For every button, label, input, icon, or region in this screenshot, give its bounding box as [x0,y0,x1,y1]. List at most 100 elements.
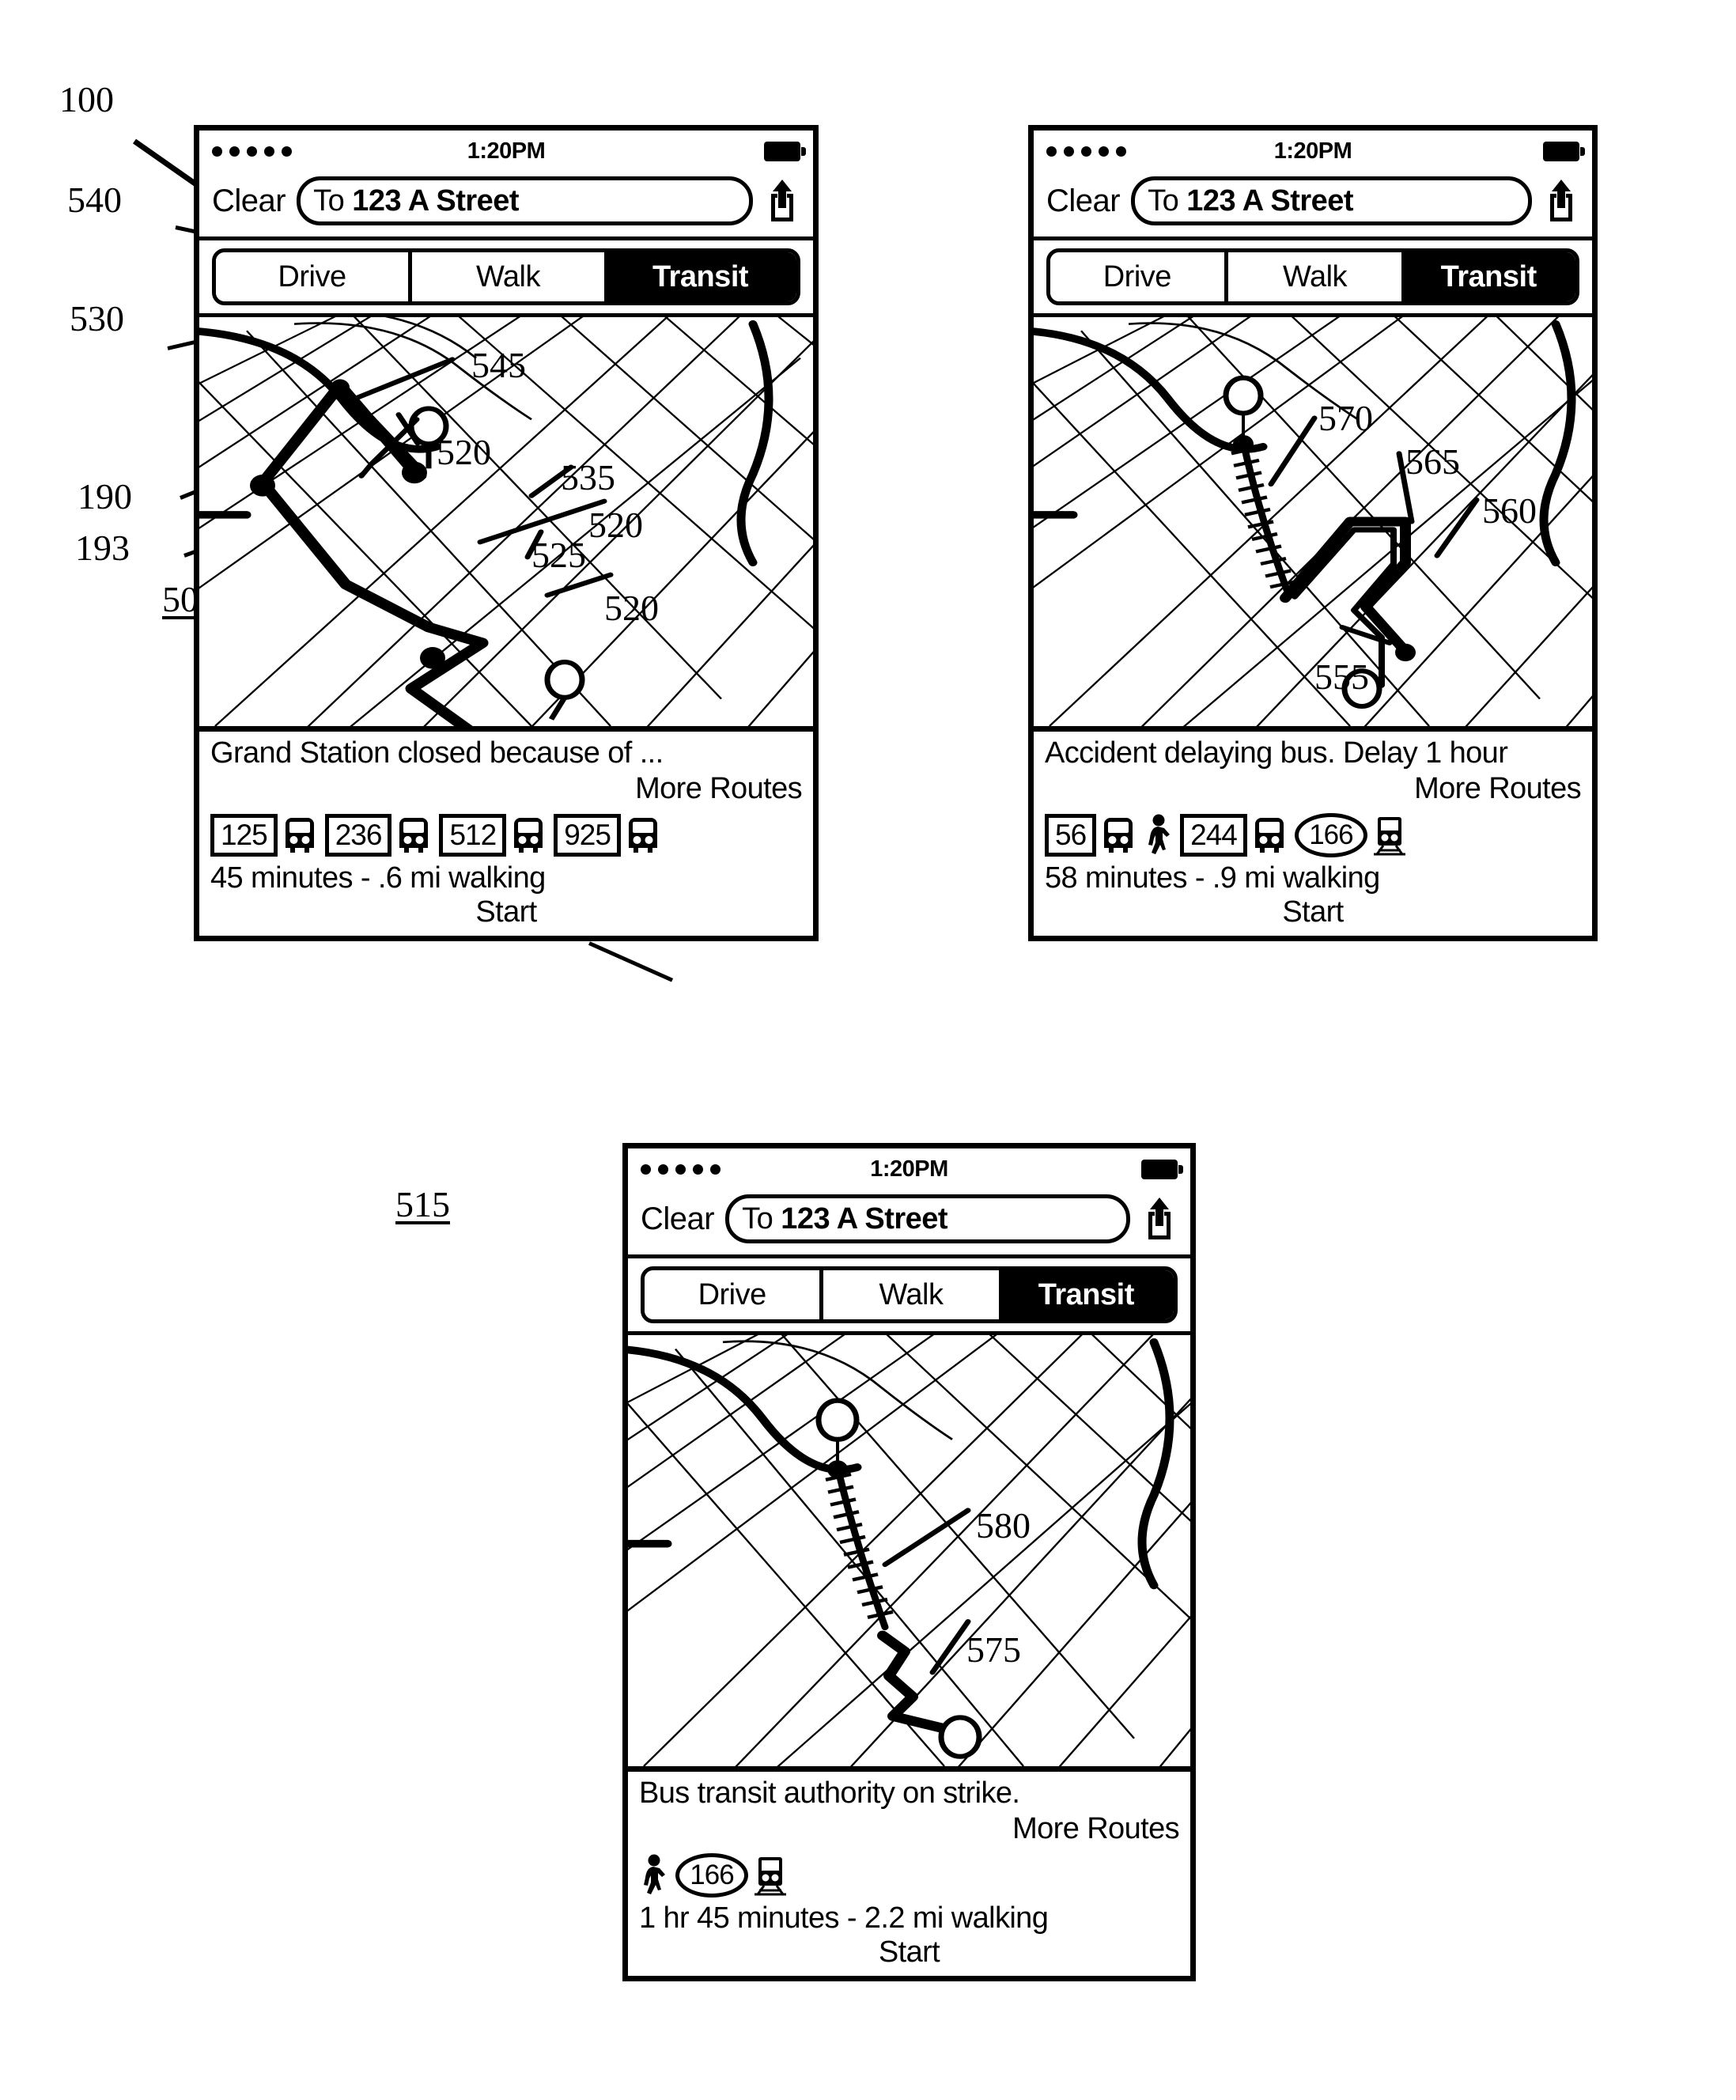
status-bar: 1:20PM [1034,131,1592,172]
route-number-badge[interactable]: 236 [324,814,392,857]
mode-selector: Drive Walk Transit [1034,240,1592,317]
start-button[interactable]: Start [1045,895,1581,929]
map-canvas-510[interactable]: 570 565 560 555 [1034,317,1592,732]
destination-search-input[interactable]: To 123 A Street [1131,176,1532,225]
share-icon[interactable] [1543,178,1579,224]
route-leg[interactable] [639,1853,669,1898]
battery-full-icon [1543,141,1585,161]
bus-icon [399,818,429,853]
status-bar: 1:20PM [628,1148,1190,1190]
alert-text: Grand Station closed because of ... [210,736,664,770]
route-leg[interactable]: 56 [1045,813,1137,857]
share-icon[interactable] [764,178,800,224]
route-leg[interactable]: 244 [1180,813,1288,857]
walk-icon [644,1854,665,1894]
search-prefix: To [742,1201,773,1235]
search-value: 123 A Street [781,1201,948,1235]
alert-text: Accident delaying bus. Delay 1 hour [1045,736,1508,770]
reference-numeral-193: 193 [75,528,130,568]
search-prefix: To [1148,184,1179,218]
battery-full-icon [1141,1159,1183,1179]
tab-transit[interactable]: Transit [604,252,796,301]
phone-mockup-505: 1:20PM Clear To 123 A Street Drive Walk … [194,125,819,941]
route-number-badge[interactable]: 512 [439,814,507,857]
map-canvas-505[interactable]: 545 520 535 520 525 520 [199,317,813,732]
route-number-oval-badge[interactable]: 166 [675,1853,748,1898]
tab-transit[interactable]: Transit [998,1270,1174,1319]
bus-icon [1254,818,1284,853]
bus-icon [285,818,314,853]
route-leg[interactable]: 166 [675,1853,789,1898]
start-button[interactable]: Start [210,895,802,929]
search-value: 123 A Street [352,184,520,218]
route-leg[interactable]: 925 [554,813,662,857]
destination-search-input[interactable]: To 123 A Street [297,176,753,225]
figure-label-515: 515 [395,1184,450,1224]
map-reference-numeral: 565 [1405,441,1460,482]
search-header: Clear To 123 A Street [1034,172,1592,240]
map-reference-numeral: 520 [588,505,643,545]
train-icon [1373,817,1405,856]
route-number-badge[interactable]: 925 [554,814,621,857]
phone-mockup-515: 1:20PM Clear To 123 A Street Drive Walk … [622,1143,1196,1981]
tab-walk[interactable]: Walk [819,1270,999,1319]
more-routes-button[interactable]: More Routes [639,1812,1180,1846]
route-legs-510: 56 244 166 [1045,811,1581,860]
destination-search-input[interactable]: To 123 A Street [725,1194,1130,1243]
status-clock: 1:20PM [1273,138,1352,164]
leader-line-130 [588,941,674,982]
route-leg[interactable]: 166 [1294,813,1409,857]
phone-mockup-510: 1:20PM Clear To 123 A Street Drive Walk … [1028,125,1598,941]
more-routes-button[interactable]: More Routes [1045,772,1582,806]
route-info-panel-510: Accident delaying bus. Delay 1 hour More… [1034,732,1592,936]
route-leg[interactable] [1144,813,1174,857]
route-info-panel-515: Bus transit authority on strike. More Ro… [628,1772,1190,1976]
map-reference-numeral: 520 [604,588,659,628]
share-icon[interactable] [1141,1196,1178,1242]
tab-walk[interactable]: Walk [408,252,604,301]
route-number-badge[interactable]: 56 [1045,814,1097,857]
route-leg[interactable]: 236 [324,813,433,857]
route-number-oval-badge[interactable]: 166 [1294,813,1367,857]
status-clock: 1:20PM [870,1156,948,1182]
map-reference-numeral: 545 [471,345,526,385]
route-leg[interactable]: 512 [439,813,547,857]
clear-button[interactable]: Clear [641,1201,715,1237]
more-routes-button[interactable]: More Routes [210,772,803,806]
tab-drive[interactable]: Drive [645,1270,820,1319]
search-value: 123 A Street [1186,184,1354,218]
clear-button[interactable]: Clear [1046,184,1121,219]
bus-icon [1104,818,1133,853]
mode-selector: Drive Walk Transit [199,240,813,317]
search-prefix: To [313,184,345,218]
battery-full-icon [764,141,806,161]
map-reference-numeral: 525 [531,535,586,575]
route-summary: 45 minutes - .6 mi walking [210,861,546,895]
clear-button[interactable]: Clear [212,184,286,219]
map-reference-numeral: 520 [437,432,491,472]
start-button[interactable]: Start [639,1935,1179,1969]
mode-selector: Drive Walk Transit [628,1258,1190,1335]
map-reference-numeral: 575 [966,1629,1021,1670]
map-reference-numeral: 570 [1318,398,1373,438]
route-legs-505: 125 236 512 925 [210,811,802,860]
tab-walk[interactable]: Walk [1224,252,1402,301]
route-leg[interactable]: 125 [210,813,319,857]
map-reference-numeral: 580 [976,1505,1031,1546]
tab-drive[interactable]: Drive [216,252,408,301]
map-reference-numeral: 560 [1482,490,1537,531]
reference-numeral-530: 530 [70,298,124,339]
reference-numeral-100: 100 [59,79,114,119]
bus-icon [514,818,543,853]
route-number-badge[interactable]: 244 [1180,814,1247,857]
map-reference-numeral: 535 [561,457,615,498]
tab-drive[interactable]: Drive [1050,252,1224,301]
route-number-badge[interactable]: 125 [210,814,278,857]
tab-transit[interactable]: Transit [1401,252,1575,301]
search-header: Clear To 123 A Street [199,172,813,240]
map-canvas-515[interactable]: 580 575 [628,1335,1190,1772]
train-icon [755,1857,786,1896]
status-clock: 1:20PM [467,138,546,164]
route-summary: 1 hr 45 minutes - 2.2 mi walking [639,1901,1049,1935]
map-reference-numeral: 555 [1314,656,1369,697]
